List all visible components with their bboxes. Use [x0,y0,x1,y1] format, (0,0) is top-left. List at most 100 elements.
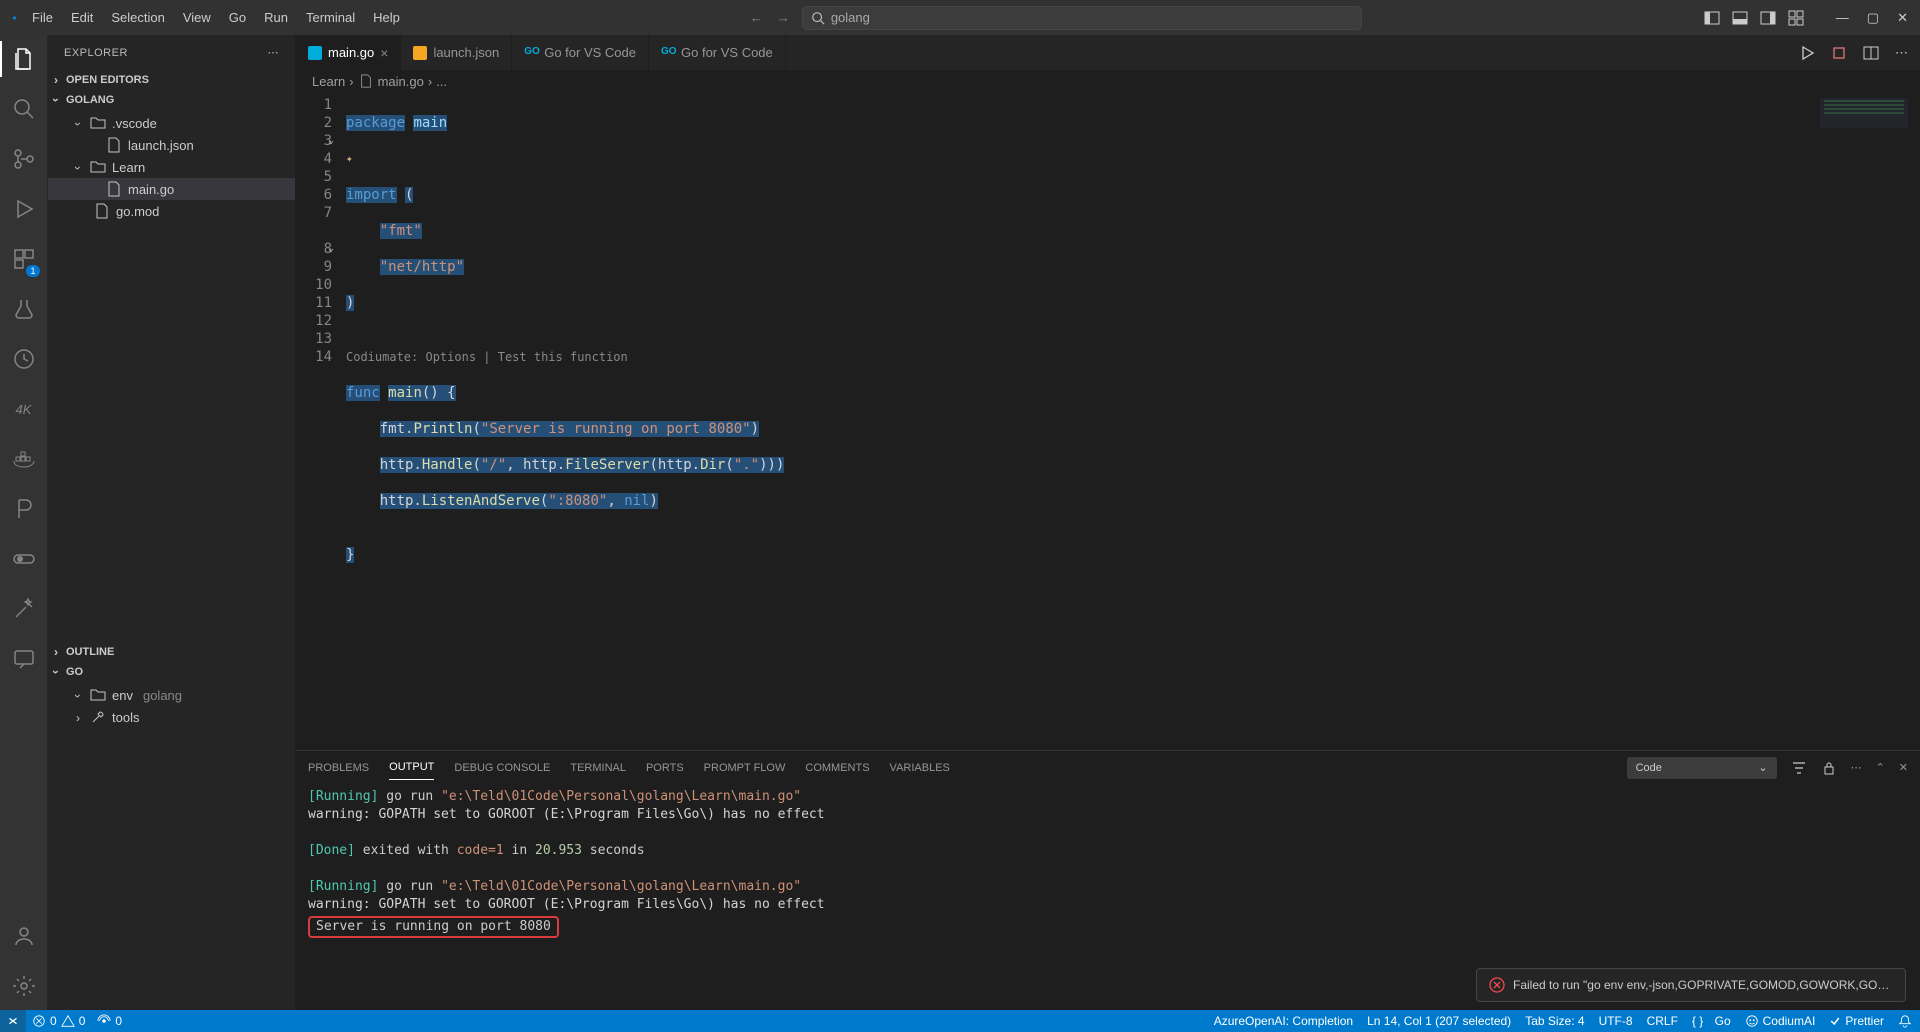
tree-folder-learn[interactable]: Learn [48,156,295,178]
tree-go-tools[interactable]: tools [48,706,295,728]
panel-tab-problems[interactable]: PROBLEMS [308,756,369,780]
panel-tab-ports[interactable]: PORTS [646,756,684,780]
status-errors[interactable]: 0 0 [32,1014,85,1028]
nav-forward-icon[interactable]: → [777,10,790,25]
status-bar: 0 0 0 AzureOpenAI: Completion Ln 14, Col… [0,1010,1920,1032]
activity-p[interactable] [10,495,38,523]
window-minimize-icon[interactable]: — [1836,10,1849,26]
stop-icon[interactable] [1831,45,1847,61]
tree-file-launch[interactable]: launch.json [48,134,295,156]
file-tree: .vscode launch.json Learn main.go go.mod [48,110,295,224]
layout-customize-icon[interactable] [1788,10,1804,26]
error-icon [1489,977,1505,993]
tree-file-gomod[interactable]: go.mod [48,200,295,222]
layout-left-icon[interactable] [1704,10,1720,26]
activity-4k[interactable]: 4K [10,395,38,423]
search-icon [811,11,825,25]
panel-tab-comments[interactable]: COMMENTS [805,756,869,780]
activity-bar: 1 4K [0,35,48,1010]
status-ai[interactable]: AzureOpenAI: Completion [1214,1014,1353,1028]
menu-terminal[interactable]: Terminal [298,6,363,29]
code-editor[interactable]: 1 2 ⌄3 4 5 6 7 ⌄8 9 10 11 12 13 14 packa… [296,92,1920,750]
code-content[interactable]: package main ✦ import ( "fmt" "net/http"… [346,92,792,750]
activity-docker[interactable] [10,445,38,473]
breadcrumb[interactable]: Learn › main.go › ... [296,70,1920,92]
window-maximize-icon[interactable]: ▢ [1867,10,1879,26]
output-channel-select[interactable]: Code ⌄ [1627,757,1777,779]
activity-settings[interactable] [10,972,38,1000]
more-icon[interactable]: ⋯ [1895,45,1908,61]
status-ports[interactable]: 0 [97,1014,122,1028]
panel-tab-variables[interactable]: VARIABLES [890,756,950,780]
sidebar: EXPLORER ⋯ OPEN EDITORS GOLANG .vscode l… [48,35,296,1010]
section-outline[interactable]: OUTLINE [48,642,295,662]
title-bar: File Edit Selection View Go Run Terminal… [0,0,1920,35]
menu-run[interactable]: Run [256,6,296,29]
tab-go-ext-2[interactable]: GO Go for VS Code [649,35,786,70]
status-tabsize[interactable]: Tab Size: 4 [1525,1014,1584,1028]
activity-debug[interactable] [10,195,38,223]
tab-go-ext-1[interactable]: GO Go for VS Code [512,35,649,70]
file-icon [106,181,122,197]
activity-wand[interactable] [10,595,38,623]
split-icon[interactable] [1863,45,1879,61]
status-encoding[interactable]: UTF-8 [1599,1014,1633,1028]
activity-account[interactable] [10,922,38,950]
layout-bottom-icon[interactable] [1732,10,1748,26]
close-icon[interactable]: × [380,45,388,61]
menu-help[interactable]: Help [365,6,408,29]
menu-view[interactable]: View [175,6,219,29]
tree-folder-vscode[interactable]: .vscode [48,112,295,134]
remote-button[interactable] [0,1010,26,1032]
activity-toggle[interactable] [10,545,38,573]
menu-edit[interactable]: Edit [63,6,101,29]
status-prettier[interactable]: Prettier [1829,1014,1884,1028]
status-codium[interactable]: CodiumAI [1745,1014,1816,1028]
menu-go[interactable]: Go [221,6,254,29]
status-selection[interactable]: Ln 14, Col 1 (207 selected) [1367,1014,1511,1028]
minimap[interactable] [1820,98,1908,128]
command-center[interactable]: golang [802,6,1362,30]
status-eol[interactable]: CRLF [1647,1014,1678,1028]
more-icon[interactable]: ⋯ [268,46,280,59]
panel-tab-output[interactable]: OUTPUT [389,755,434,780]
section-workspace[interactable]: GOLANG [48,90,295,110]
file-icon [94,203,110,219]
lock-icon[interactable] [1821,760,1837,776]
panel-tab-debug[interactable]: DEBUG CONSOLE [454,756,550,780]
activity-explorer[interactable] [10,45,38,73]
chevron-down-icon: ⌄ [1758,761,1767,774]
tab-main-go[interactable]: main.go × [296,35,401,70]
tools-icon [90,709,106,725]
go-ext-icon: GO [524,46,538,60]
status-lang[interactable]: { } Go [1692,1014,1731,1028]
activity-testing[interactable] [10,295,38,323]
panel-tab-terminal[interactable]: TERMINAL [570,756,626,780]
activity-chat[interactable] [10,645,38,673]
section-go[interactable]: GO [48,662,295,682]
run-icon[interactable] [1799,45,1815,61]
nav-back-icon[interactable]: ← [750,10,763,25]
error-toast[interactable]: Failed to run "go env env,-json,GOPRIVAT… [1476,968,1906,1002]
status-bell[interactable] [1898,1014,1912,1028]
tree-go-env[interactable]: env golang [48,684,295,706]
chevron-up-icon[interactable]: ⌃ [1876,761,1885,774]
more-icon[interactable]: ⋯ [1851,761,1862,774]
activity-search[interactable] [10,95,38,123]
tab-launch-json[interactable]: launch.json [401,35,512,70]
filter-icon[interactable] [1791,760,1807,776]
panel-close-icon[interactable]: ✕ [1899,761,1908,774]
activity-timeline[interactable] [10,345,38,373]
codelens-hint[interactable]: Codiumate: Options | Test this function [346,348,784,366]
menu-selection[interactable]: Selection [103,6,172,29]
panel-tab-promptflow[interactable]: PROMPT FLOW [704,756,786,780]
activity-extensions[interactable]: 1 [10,245,38,273]
menu-file[interactable]: File [24,6,61,29]
ai-spark-icon[interactable]: ✦ [346,150,353,168]
layout-right-icon[interactable] [1760,10,1776,26]
file-icon [358,73,374,89]
activity-scm[interactable] [10,145,38,173]
tree-file-main[interactable]: main.go [48,178,295,200]
window-close-icon[interactable]: ✕ [1897,10,1908,26]
section-open-editors[interactable]: OPEN EDITORS [48,70,295,90]
